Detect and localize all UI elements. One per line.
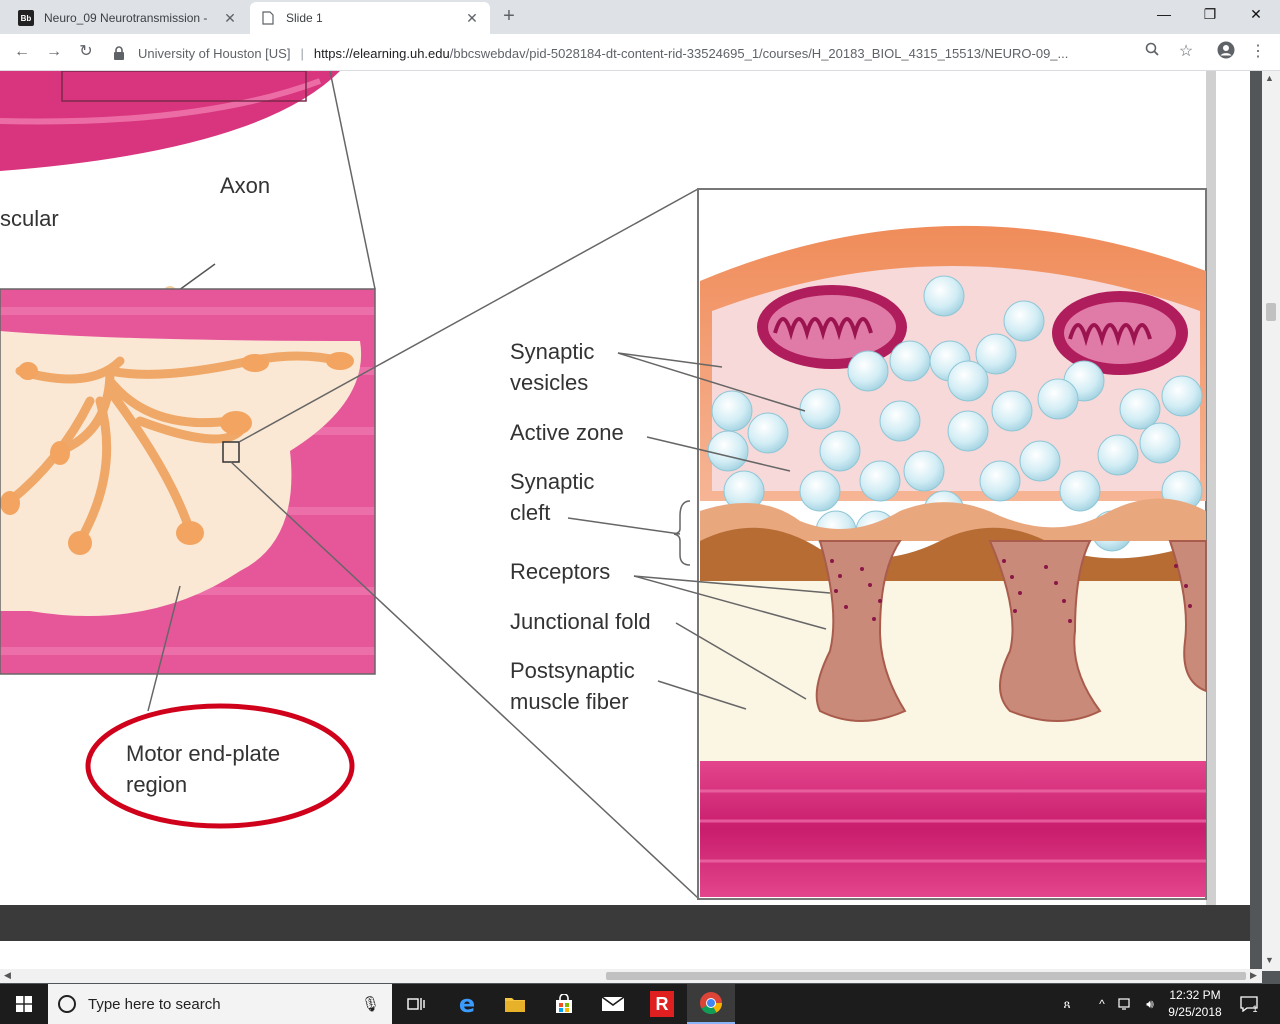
label-synaptic-cleft-2: cleft: [510, 500, 551, 525]
app-r-icon[interactable]: R: [638, 984, 686, 1024]
close-tab-icon[interactable]: ✕: [464, 10, 480, 27]
microphone-icon[interactable]: 🎙: [361, 995, 380, 1013]
notification-count: 1: [1252, 1004, 1258, 1014]
horizontal-scrollbar[interactable]: ◀ ▶: [0, 969, 1262, 983]
bookmark-star-icon[interactable]: ☆: [1174, 41, 1198, 65]
back-icon[interactable]: ←: [10, 41, 34, 65]
taskbar-search-box[interactable]: Type here to search 🎙: [48, 984, 392, 1024]
cortana-icon: [58, 995, 76, 1013]
system-clock[interactable]: 12:32 PM 9/25/2018: [1160, 987, 1230, 1021]
clock-time: 12:32 PM: [1169, 988, 1221, 1002]
horizontal-scroll-thumb[interactable]: [606, 972, 1246, 980]
forward-icon[interactable]: →: [42, 41, 66, 65]
scroll-right-icon[interactable]: ▶: [1250, 970, 1257, 981]
people-icon[interactable]: ጸ: [1052, 984, 1082, 1024]
menu-icon[interactable]: ⋮: [1246, 41, 1270, 65]
search-placeholder: Type here to search: [88, 995, 221, 1013]
task-view-icon[interactable]: [392, 984, 440, 1024]
separator: |: [300, 45, 304, 61]
file-explorer-icon[interactable]: [491, 984, 539, 1024]
label-active-zone: Active zone: [510, 420, 624, 445]
label-junctional-fold: Junctional fold: [510, 609, 651, 634]
url-text: https://elearning.uh.edu/bbcswebdav/pid-…: [313, 45, 1069, 61]
minimize-button[interactable]: —: [1141, 4, 1187, 26]
profile-icon[interactable]: [1214, 41, 1238, 65]
tab-strip: Bb Neuro_09 Neurotransmission - ✕ Slide …: [0, 0, 1280, 34]
label-synaptic-cleft: Synaptic: [510, 469, 595, 494]
label-postsynaptic: Postsynaptic: [510, 658, 635, 683]
vertical-scroll-thumb[interactable]: [1266, 303, 1276, 321]
close-window-button[interactable]: ✕: [1233, 4, 1279, 26]
mail-icon[interactable]: [589, 984, 637, 1024]
page-gap: [0, 905, 1250, 941]
tab-slide[interactable]: Slide 1 ✕: [250, 2, 490, 34]
close-tab-icon[interactable]: ✕: [222, 10, 238, 27]
slide-page: Axon scular Synaptic vesicles Active zon…: [0, 71, 1250, 905]
network-icon[interactable]: [1114, 984, 1138, 1024]
site-info: University of Houston [US]: [138, 45, 291, 61]
label-receptors: Receptors: [510, 559, 611, 584]
clock-date: 9/25/2018: [1168, 1005, 1222, 1019]
label-motor-end-plate-2: region: [126, 772, 188, 797]
label-synaptic-vesicles: Synaptic: [510, 339, 595, 364]
chrome-icon[interactable]: [687, 984, 735, 1024]
zoom-icon[interactable]: [1140, 41, 1164, 65]
label-motor-end-plate: Motor end-plate: [126, 741, 281, 766]
reload-icon[interactable]: ↻: [74, 41, 98, 65]
tab-title: Slide 1: [286, 11, 323, 25]
scroll-down-icon[interactable]: ▼: [1265, 955, 1274, 965]
tab-neuro[interactable]: Bb Neuro_09 Neurotransmission - ✕: [8, 2, 248, 34]
store-icon[interactable]: [540, 984, 588, 1024]
page-icon: [260, 10, 276, 26]
label-synaptic-vesicles-2: vesicles: [510, 370, 589, 395]
scroll-up-icon[interactable]: ▲: [1265, 73, 1274, 83]
show-hidden-icons-icon[interactable]: ^: [1090, 984, 1114, 1024]
edge-icon[interactable]: e: [443, 984, 491, 1024]
restore-button[interactable]: ❐: [1187, 4, 1233, 26]
next-slide-page: [0, 941, 1250, 971]
browser-toolbar: ← → ↻ University of Houston [US] | https…: [0, 34, 1280, 71]
start-button[interactable]: [0, 984, 48, 1024]
lock-icon: [114, 46, 124, 60]
new-tab-button[interactable]: +: [498, 6, 520, 28]
windows-taskbar: Type here to search 🎙 e R ጸ ^ 🔊︎ 12:32 P…: [0, 984, 1280, 1024]
neuromuscular-junction-diagram: [0, 71, 1216, 905]
label-neuromuscular-partial: scular: [0, 206, 59, 231]
notifications-icon[interactable]: 1: [1234, 984, 1264, 1024]
blackboard-favicon-icon: Bb: [18, 10, 34, 26]
windows-logo-icon: [16, 996, 32, 1012]
pdf-viewport: Axon scular Synaptic vesicles Active zon…: [0, 71, 1280, 993]
tab-title: Neuro_09 Neurotransmission -: [44, 11, 208, 25]
address-bar[interactable]: University of Houston [US] | https://ele…: [112, 39, 1172, 67]
vertical-scrollbar[interactable]: ▲ ▼: [1262, 71, 1280, 971]
label-axon: Axon: [220, 173, 271, 198]
scroll-left-icon[interactable]: ◀: [4, 970, 11, 981]
label-postsynaptic-2: muscle fiber: [510, 689, 629, 714]
volume-icon[interactable]: 🔊︎: [1138, 984, 1162, 1024]
